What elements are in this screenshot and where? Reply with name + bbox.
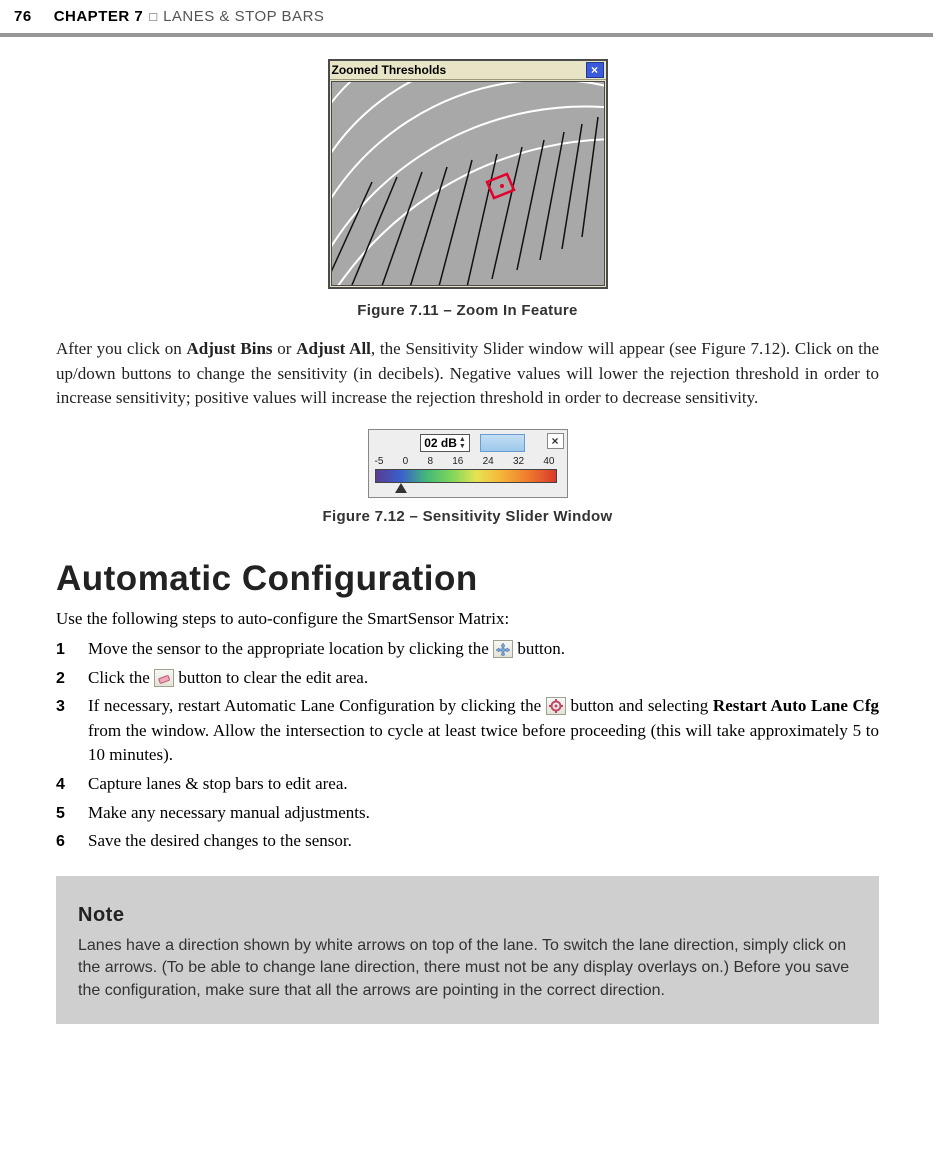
slider-pointer-icon[interactable] — [375, 483, 557, 495]
zoom-window-title: Zoomed Thresholds — [332, 63, 447, 77]
step-item: If necessary, restart Automatic Lane Con… — [56, 694, 879, 768]
zoom-radar-viewport — [331, 81, 605, 286]
intro-text: Use the following steps to auto-configur… — [56, 609, 879, 629]
step-item: Click the button to clear the edit area. — [56, 666, 879, 691]
note-title: Note — [78, 904, 857, 927]
note-box: Note Lanes have a direction shown by whi… — [56, 876, 879, 1024]
close-icon[interactable]: × — [547, 433, 564, 449]
chapter-label: CHAPTER 7 — [54, 8, 144, 25]
gear-icon[interactable] — [546, 697, 566, 715]
chapter-separator: □ — [149, 9, 157, 24]
figure-caption: Figure 7.11 – Zoom In Feature — [56, 302, 879, 319]
figure-zoom-in: Zoomed Thresholds × — [56, 59, 879, 319]
spinner-up-icon: ▲ — [459, 436, 466, 443]
eraser-icon[interactable] — [154, 669, 174, 687]
step-item: Make any necessary manual adjustments. — [56, 801, 879, 826]
note-body: Lanes have a direction shown by white ar… — [78, 935, 857, 1002]
figure-caption: Figure 7.12 – Sensitivity Slider Window — [56, 508, 879, 525]
spinner-down-icon: ▼ — [459, 443, 466, 450]
move-sensor-icon[interactable] — [493, 640, 513, 658]
zoom-panel: Zoomed Thresholds × — [328, 59, 608, 289]
step-item: Capture lanes & stop bars to edit area. — [56, 772, 879, 797]
db-spinner[interactable]: ▲ ▼ — [459, 436, 466, 450]
step-item: Move the sensor to the appropriate locat… — [56, 637, 879, 662]
slider-scale: -5 0 8 16 24 32 40 — [375, 456, 555, 467]
step-item: Save the desired changes to the sensor. — [56, 829, 879, 854]
paragraph-sensitivity: After you click on Adjust Bins or Adjust… — [56, 337, 879, 411]
steps-list: Move the sensor to the appropriate locat… — [56, 637, 879, 854]
page-number: 76 — [14, 8, 32, 25]
page-header: 76 CHAPTER 7 □ LANES & STOP BARS — [0, 0, 933, 37]
section-heading: Automatic Configuration — [56, 559, 879, 599]
color-gradient-bar — [375, 469, 557, 483]
figure-sensitivity-slider: × 02 dB ▲ ▼ -5 0 8 16 24 32 40 — [56, 429, 879, 525]
apply-button[interactable] — [480, 434, 525, 452]
close-icon[interactable]: × — [586, 62, 604, 78]
db-readout: 02 dB ▲ ▼ — [420, 434, 470, 452]
sensitivity-slider-panel: × 02 dB ▲ ▼ -5 0 8 16 24 32 40 — [368, 429, 568, 498]
chapter-title: LANES & STOP BARS — [163, 8, 324, 25]
